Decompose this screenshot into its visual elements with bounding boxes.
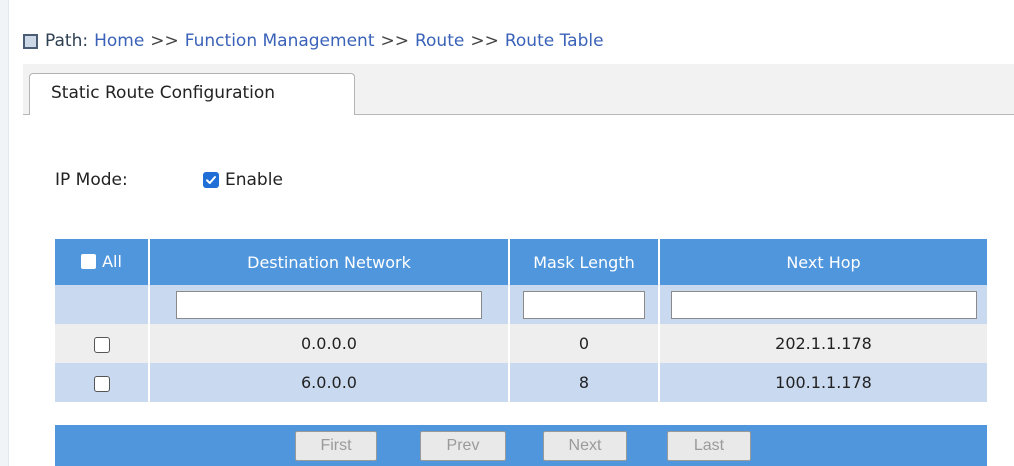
mask-cell: 0: [509, 324, 660, 363]
next-hop-cell: 202.1.1.178: [659, 324, 987, 363]
filter-row: [55, 285, 987, 324]
breadcrumb: Path: Home >> Function Management >> Rou…: [23, 28, 604, 54]
breadcrumb-route[interactable]: Route: [415, 31, 464, 51]
header-all: All: [55, 239, 150, 285]
next-hop-cell: 100.1.1.178: [659, 363, 987, 402]
header-destination-network: Destination Network: [149, 239, 510, 285]
breadcrumb-function-management[interactable]: Function Management: [185, 31, 375, 51]
pager-bar: First Prev Next Last: [55, 425, 987, 466]
row-select-cell: [55, 324, 150, 363]
breadcrumb-separator: >>: [150, 31, 179, 51]
first-page-button[interactable]: First: [295, 431, 377, 461]
ip-mode-row: IP Mode: Enable: [55, 170, 283, 190]
filter-cell-empty: [55, 285, 150, 324]
ip-mode-enable-label: Enable: [225, 170, 283, 190]
breadcrumb-label: Path:: [45, 31, 89, 51]
destination-cell: 6.0.0.0: [149, 363, 510, 402]
table-row: 6.0.0.0 8 100.1.1.178: [55, 363, 987, 402]
select-all-checkbox[interactable]: [81, 253, 97, 269]
breadcrumb-home[interactable]: Home: [94, 31, 144, 51]
checkmark-icon: [206, 176, 216, 184]
ip-mode-label: IP Mode:: [55, 170, 128, 190]
path-square-icon: [23, 33, 38, 49]
left-frame-edge: [0, 0, 9, 466]
tab-strip: Static Route Configuration: [23, 64, 1014, 115]
row-select-cell: [55, 363, 150, 402]
page: Path: Home >> Function Management >> Rou…: [0, 0, 1014, 466]
destination-filter-input[interactable]: [176, 290, 482, 319]
header-next-hop: Next Hop: [659, 239, 987, 285]
next-page-button[interactable]: Next: [543, 431, 627, 461]
route-table: All Destination Network Mask Length Next…: [55, 239, 987, 402]
last-page-button[interactable]: Last: [667, 431, 751, 461]
breadcrumb-separator: >>: [470, 31, 499, 51]
next-hop-filter-input[interactable]: [670, 290, 977, 319]
filter-cell-destination: [149, 285, 510, 324]
mask-cell: 8: [509, 363, 660, 402]
header-all-label: All: [102, 251, 122, 271]
table-header-row: All Destination Network Mask Length Next…: [55, 239, 987, 285]
row-checkbox[interactable]: [93, 375, 110, 392]
header-mask-length: Mask Length: [509, 239, 660, 285]
breadcrumb-separator: >>: [380, 31, 409, 51]
filter-cell-next-hop: [659, 285, 987, 324]
row-checkbox[interactable]: [93, 336, 110, 353]
filter-cell-mask: [509, 285, 660, 324]
prev-page-button[interactable]: Prev: [420, 431, 506, 461]
breadcrumb-route-table[interactable]: Route Table: [505, 31, 604, 51]
table-row: 0.0.0.0 0 202.1.1.178: [55, 324, 987, 363]
mask-filter-input[interactable]: [523, 290, 645, 319]
tab-static-route-configuration[interactable]: Static Route Configuration: [29, 73, 355, 115]
ip-mode-enable-checkbox[interactable]: [203, 172, 219, 188]
destination-cell: 0.0.0.0: [149, 324, 510, 363]
